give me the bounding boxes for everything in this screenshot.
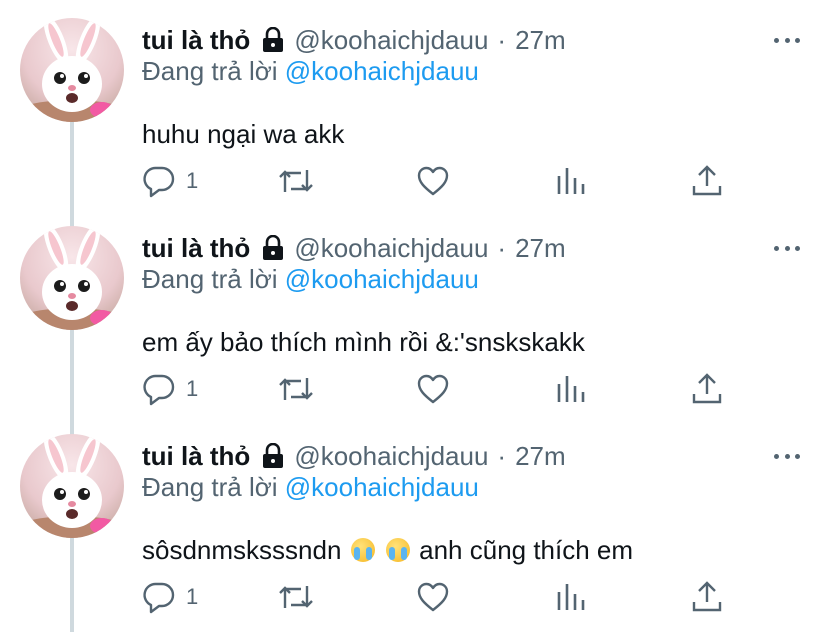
avatar[interactable]	[20, 18, 124, 122]
tweet-text: em ấy bảo thích mình rồi &:'snskskakk	[142, 327, 585, 357]
timestamp[interactable]: 27m	[515, 441, 566, 472]
tweet-header: tui là thỏ @koohaichjdauu · 27m	[142, 22, 566, 58]
heart-icon	[417, 374, 449, 404]
bar-chart-icon	[557, 584, 585, 610]
retweet-arrows-icon	[279, 586, 313, 608]
mention-link[interactable]: @koohaichjdauu	[285, 56, 479, 86]
share-button[interactable]	[690, 372, 724, 406]
replying-to: Đang trả lời @koohaichjdauu	[142, 472, 479, 503]
username-handle[interactable]: @koohaichjdauu	[294, 25, 488, 56]
replying-to: Đang trả lời @koohaichjdauu	[142, 264, 479, 295]
separator-dot: ·	[497, 440, 507, 471]
separator-dot: ·	[497, 232, 507, 263]
replying-prefix: Đang trả lời	[142, 56, 285, 86]
heart-icon	[417, 166, 449, 196]
display-name[interactable]: tui là thỏ	[142, 233, 250, 264]
replying-prefix: Đang trả lời	[142, 264, 285, 294]
retweet-button[interactable]	[276, 580, 316, 614]
tweet-actions: 1	[142, 580, 742, 614]
heart-icon	[417, 582, 449, 612]
display-name[interactable]: tui là thỏ	[142, 441, 250, 472]
bar-chart-icon	[557, 376, 585, 402]
bar-chart-icon	[557, 168, 585, 194]
tweet-text-start: sôsdnmsksssndn	[142, 535, 342, 565]
tweet-text: huhu ngại wa akk	[142, 119, 345, 149]
display-name[interactable]: tui là thỏ	[142, 25, 250, 56]
reply-button[interactable]: 1	[142, 372, 198, 406]
tweet-header: tui là thỏ @koohaichjdauu · 27m	[142, 230, 566, 266]
more-dots-icon[interactable]	[774, 30, 800, 50]
tweet-text-end: anh cũng thích em	[419, 535, 634, 565]
speech-bubble-icon	[143, 166, 175, 198]
like-button[interactable]	[416, 164, 450, 198]
views-button[interactable]	[554, 164, 588, 198]
views-button[interactable]	[554, 580, 588, 614]
separator-dot: ·	[497, 24, 507, 55]
avatar[interactable]	[20, 226, 124, 330]
upload-share-icon	[692, 581, 722, 612]
tweet-actions: 1	[142, 372, 742, 406]
tweet-text: sôsdnmsksssndn anh cũng thích em	[142, 535, 633, 566]
speech-bubble-icon	[143, 582, 175, 614]
upload-share-icon	[692, 373, 722, 404]
like-button[interactable]	[416, 580, 450, 614]
speech-bubble-icon	[143, 374, 175, 406]
retweet-button[interactable]	[276, 164, 316, 198]
replying-to: Đang trả lời @koohaichjdauu	[142, 56, 479, 87]
share-button[interactable]	[690, 580, 724, 614]
share-button[interactable]	[690, 164, 724, 198]
views-button[interactable]	[554, 372, 588, 406]
reply-count: 1	[186, 584, 199, 609]
avatar[interactable]	[20, 434, 124, 538]
username-handle[interactable]: @koohaichjdauu	[294, 233, 488, 264]
retweet-button[interactable]	[276, 372, 316, 406]
like-button[interactable]	[416, 372, 450, 406]
reply-button[interactable]: 1	[142, 164, 198, 198]
timestamp[interactable]: 27m	[515, 25, 566, 56]
reply-count: 1	[186, 376, 199, 401]
thread-connector-line	[70, 122, 74, 632]
mention-link[interactable]: @koohaichjdauu	[285, 264, 479, 294]
tweet-actions: 1	[142, 164, 742, 198]
more-dots-icon[interactable]	[774, 446, 800, 466]
lock-icon	[262, 443, 284, 469]
mention-link[interactable]: @koohaichjdauu	[285, 472, 479, 502]
reply-count: 1	[186, 168, 199, 193]
username-handle[interactable]: @koohaichjdauu	[294, 441, 488, 472]
lock-icon	[262, 235, 284, 261]
retweet-arrows-icon	[279, 170, 313, 192]
lock-icon	[262, 27, 284, 53]
reply-button[interactable]: 1	[142, 580, 198, 614]
retweet-arrows-icon	[279, 378, 313, 400]
timestamp[interactable]: 27m	[515, 233, 566, 264]
loudly-crying-face-emoji	[385, 538, 410, 562]
loudly-crying-face-emoji	[350, 538, 375, 562]
replying-prefix: Đang trả lời	[142, 472, 285, 502]
more-dots-icon[interactable]	[774, 238, 800, 258]
upload-share-icon	[692, 165, 722, 196]
tweet-header: tui là thỏ @koohaichjdauu · 27m	[142, 438, 566, 474]
